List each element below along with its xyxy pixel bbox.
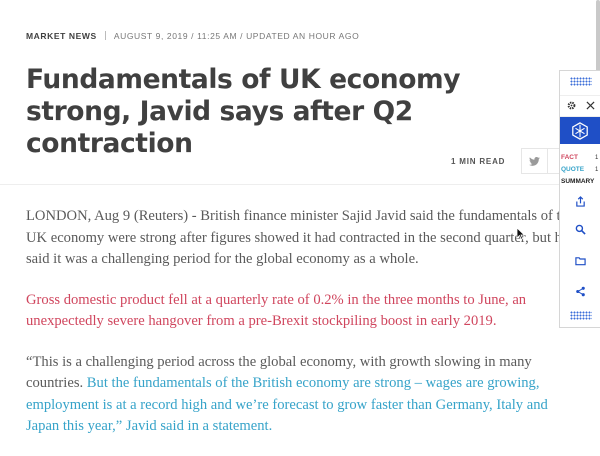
read-time: 1 MIN READ <box>451 157 506 166</box>
share-button[interactable] <box>574 285 587 298</box>
paragraph-1: LONDON, Aug 9 (Reuters) - British financ… <box>26 206 562 271</box>
share-out-button[interactable] <box>574 195 587 208</box>
close-icon[interactable] <box>586 101 595 110</box>
paragraph-line: said it was a challenging period for the… <box>26 251 419 267</box>
panel-controls <box>560 95 600 117</box>
search-icon <box>575 224 586 235</box>
summary-label[interactable]: SUMMARY <box>561 178 594 185</box>
article-body: LONDON, Aug 9 (Reuters) - British financ… <box>26 206 562 456</box>
folder-icon <box>575 256 586 265</box>
paragraph-line: “This is a challenging period across the… <box>26 353 532 370</box>
share-icon <box>576 286 585 297</box>
paragraph-line: countries. <box>26 375 87 391</box>
drag-handle-top[interactable] <box>570 77 592 86</box>
paragraph-3: “This is a challenging period across the… <box>26 352 562 438</box>
quote-highlight[interactable]: employment is at a record high and we’re… <box>26 397 548 413</box>
drag-handle-bottom[interactable] <box>570 311 592 320</box>
twitter-icon <box>529 156 540 166</box>
share-out-icon <box>576 196 585 207</box>
extension-side-panel: FACT 1 QUOTE 1 SUMMARY <box>559 70 600 328</box>
paragraph-line: Gross domestic product fell at a quarter… <box>26 291 527 308</box>
article-meta: MARKET NEWS AUGUST 9, 2019 / 11:25 AM / U… <box>26 31 359 41</box>
quote-highlight[interactable]: Japan this year,” Javid said in a statem… <box>26 418 272 434</box>
scrollbar-thumb[interactable] <box>596 0 600 80</box>
mouse-cursor-icon <box>516 227 525 240</box>
logo-icon <box>572 121 588 140</box>
dateline: AUGUST 9, 2019 / 11:25 AM / UPDATED AN H… <box>113 31 360 41</box>
folder-button[interactable] <box>574 254 587 267</box>
quote-count: 1 <box>595 167 599 173</box>
paragraph-line: UK economy were strong after figures sho… <box>26 229 562 246</box>
fact-label[interactable]: FACT <box>561 154 578 161</box>
header-divider <box>0 184 600 185</box>
paragraph-line: unexpectedly severe hangover from a pre-… <box>26 313 497 329</box>
article-headline: Fundamentals of UK economy strong, Javid… <box>26 64 461 159</box>
paragraph-line: LONDON, Aug 9 (Reuters) - British financ… <box>26 208 562 224</box>
search-button[interactable] <box>574 223 587 236</box>
quote-highlight[interactable]: But the fundamentals of the British econ… <box>87 375 540 391</box>
category-label[interactable]: MARKET NEWS <box>26 31 97 41</box>
meta-divider <box>104 31 106 40</box>
quote-label[interactable]: QUOTE <box>561 166 584 173</box>
fact-highlight-paragraph[interactable]: Gross domestic product fell at a quarter… <box>26 290 562 333</box>
gear-icon[interactable] <box>567 101 576 110</box>
fact-count: 1 <box>595 155 599 161</box>
extension-logo[interactable] <box>560 117 600 144</box>
twitter-share-button[interactable] <box>521 148 548 174</box>
